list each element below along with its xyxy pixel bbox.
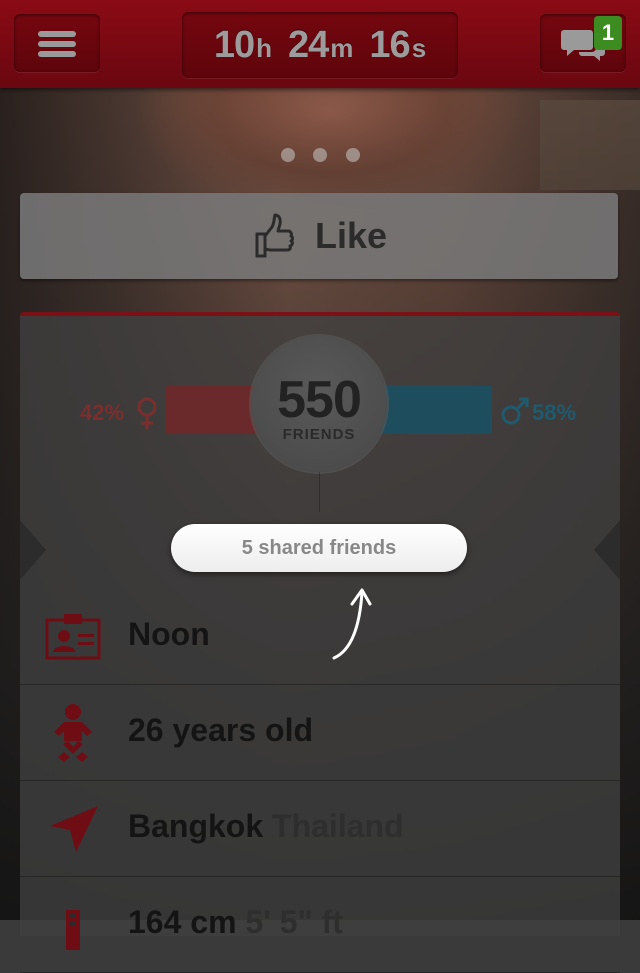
timer-minutes-unit: m [330,32,354,63]
card-notch-right [594,520,620,580]
top-bar: 10h 24m 16s [0,0,640,88]
profile-country: Thailand [272,808,404,844]
shared-friends-button[interactable]: 5 shared friends [171,524,467,572]
timer-seconds: 16 [369,23,410,66]
male-percent: 58% [532,400,577,425]
location-arrow-icon [50,806,98,852]
friends-count-circle: 550 FRIENDS [251,336,387,472]
like-button[interactable]: Like [20,193,618,279]
profile-height-metric: 164 cm [128,904,237,940]
carousel-dot[interactable] [281,148,295,162]
info-row-height: 164 cm 5' 5" ft [20,878,620,973]
female-percent: 42% [80,400,125,425]
timer-hours-unit: h [256,32,272,63]
carousel-dot[interactable] [313,148,327,162]
like-label: Like [314,215,388,256]
timer-minutes: 24 [288,23,329,66]
menu-button[interactable] [14,14,100,72]
card-notch-left [20,520,46,580]
info-row-location: Bangkok Thailand [20,782,620,877]
id-card-icon [45,614,101,660]
countdown-timer: 10h 24m 16s [182,12,458,78]
profile-age: 26 years old [128,712,313,748]
profile-height: 164 cm 5' 5" ft [128,904,343,941]
profile-name: Noon [128,616,210,652]
messages-badge: 1 [594,16,622,50]
friends-count: 550 [277,371,362,429]
male-symbol-icon [501,397,529,425]
timer-seconds-unit: s [411,32,427,63]
baby-icon [54,704,92,762]
profile-height-imperial: 5' 5" ft [245,904,343,940]
ruler-icon [66,910,80,950]
profile-city: Bangkok [128,808,264,844]
friends-count-label: FRIENDS [282,426,356,443]
info-row-name: Noon [20,590,620,685]
female-symbol-icon [137,397,157,429]
info-row-age: 26 years old [20,686,620,781]
profile-location: Bangkok Thailand [128,808,404,845]
carousel-dot[interactable] [346,148,360,162]
divider [319,472,320,512]
timer-hours: 10 [213,23,255,66]
thumbs-up-icon [255,213,294,258]
